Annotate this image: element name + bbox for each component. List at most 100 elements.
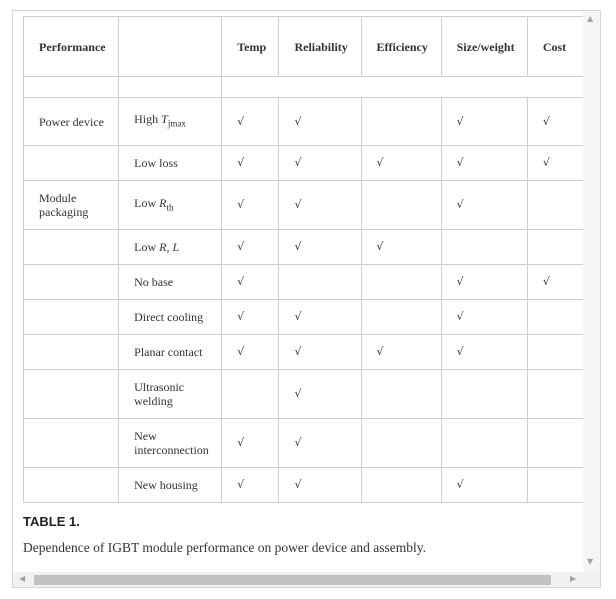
scroll-left-arrow-icon[interactable]: ◀ (19, 575, 25, 583)
row-item-label: New housing (134, 478, 198, 492)
check-cell: √ (221, 145, 280, 181)
row-group-cell (22, 334, 120, 370)
check-cell: √ (360, 334, 442, 370)
row-item-cell: New housing (118, 467, 223, 503)
vertical-scrollbar[interactable]: ▲ ▼ (583, 11, 600, 574)
row-item-variable: R, L (159, 240, 180, 254)
row-group-cell (22, 229, 120, 265)
check-cell: √ (221, 334, 280, 370)
check-cell (526, 180, 584, 230)
horizontal-scrollbar[interactable]: ◀ ▶ (13, 572, 584, 587)
check-cell (360, 97, 442, 146)
row-item-subscript: jmax (167, 118, 186, 129)
row-item-cell: Direct cooling (118, 299, 223, 335)
check-cell: √ (278, 369, 362, 419)
table-row: New interconnection √ √ (22, 418, 584, 468)
row-group-cell (22, 418, 120, 468)
check-cell: √ (440, 467, 528, 503)
check-cell (526, 467, 584, 503)
check-cell: √ (278, 229, 362, 265)
row-group-cell (22, 145, 120, 181)
check-cell: √ (221, 229, 280, 265)
scroll-up-arrow-icon[interactable]: ▲ (587, 15, 593, 23)
check-cell (526, 369, 584, 419)
row-group-cell: Power device (22, 97, 120, 146)
table-viewer: Performance Temp Reliability Efficiency … (12, 10, 601, 588)
check-cell: √ (526, 145, 584, 181)
row-item-cell: Low R, L (118, 229, 223, 265)
check-cell: √ (221, 467, 280, 503)
scrollbar-corner (583, 572, 600, 587)
check-cell (360, 467, 442, 503)
table-viewport: Performance Temp Reliability Efficiency … (13, 11, 584, 574)
row-item-label: Direct cooling (134, 310, 204, 324)
check-cell: √ (278, 97, 362, 146)
col-header-cost: Cost (526, 16, 584, 77)
spacer-row (22, 76, 584, 98)
check-cell: √ (526, 97, 584, 146)
check-cell: √ (440, 145, 528, 181)
table-row: Low loss √ √ √ √ √ (22, 145, 584, 181)
row-item-label: Low (134, 195, 160, 210)
check-cell: √ (221, 180, 280, 230)
check-cell: √ (278, 299, 362, 335)
check-cell: √ (278, 334, 362, 370)
check-cell: √ (221, 299, 280, 335)
row-item-label: No base (134, 275, 174, 289)
check-cell: √ (221, 418, 280, 468)
check-cell: √ (278, 145, 362, 181)
row-item-label: Ultrasonic welding (134, 380, 185, 408)
col-header-temp: Temp (221, 16, 280, 77)
data-table: Performance Temp Reliability Efficiency … (22, 16, 584, 503)
check-cell (440, 369, 528, 419)
scroll-down-arrow-icon[interactable]: ▼ (587, 558, 593, 566)
check-cell: √ (278, 467, 362, 503)
check-cell (440, 418, 528, 468)
table-caption-text: Dependence of IGBT module performance on… (23, 540, 426, 555)
check-cell (526, 299, 584, 335)
check-cell (221, 369, 280, 419)
check-cell: √ (360, 229, 442, 265)
row-group-cell (22, 264, 120, 300)
row-item-label: New interconnection (134, 429, 209, 457)
row-item-cell: Planar contact (118, 334, 223, 370)
check-cell: √ (440, 299, 528, 335)
row-item-cell: Ultrasonic welding (118, 369, 223, 419)
col-header-performance: Performance (22, 16, 120, 77)
table-row: Low R, L √ √ √ (22, 229, 584, 265)
scroll-right-arrow-icon[interactable]: ▶ (570, 575, 576, 583)
table-row: No base √ √ √ (22, 264, 584, 300)
row-item-cell: New interconnection (118, 418, 223, 468)
row-group-cell (22, 467, 120, 503)
row-item-label: Planar contact (134, 345, 203, 359)
table-row: Planar contact √ √ √ √ (22, 334, 584, 370)
row-group-cell (22, 299, 120, 335)
row-item-subscript: th (166, 202, 174, 213)
check-cell: √ (278, 418, 362, 468)
horizontal-scroll-thumb[interactable] (34, 575, 551, 585)
check-cell (526, 418, 584, 468)
check-cell (360, 369, 442, 419)
row-item-label: Low (134, 240, 160, 254)
check-cell (360, 418, 442, 468)
row-item-label: High (134, 112, 162, 127)
check-cell (360, 264, 442, 300)
check-cell: √ (360, 145, 442, 181)
col-header-efficiency: Efficiency (360, 16, 442, 77)
col-header-size-weight: Size/weight (440, 16, 528, 77)
check-cell: √ (440, 264, 528, 300)
check-cell: √ (440, 97, 528, 146)
check-cell (360, 299, 442, 335)
col-header-blank (118, 16, 223, 77)
check-cell: √ (278, 180, 362, 230)
check-cell (360, 180, 442, 230)
check-cell (526, 229, 584, 265)
table-row: Direct cooling √ √ √ (22, 299, 584, 335)
check-cell (278, 264, 362, 300)
check-cell: √ (221, 97, 280, 146)
row-item-label: Low loss (134, 156, 178, 170)
header-row: Performance Temp Reliability Efficiency … (22, 16, 584, 77)
row-item-cell: Low Rth (118, 180, 223, 230)
check-cell: √ (440, 334, 528, 370)
row-group-cell: Module packaging (22, 180, 120, 230)
